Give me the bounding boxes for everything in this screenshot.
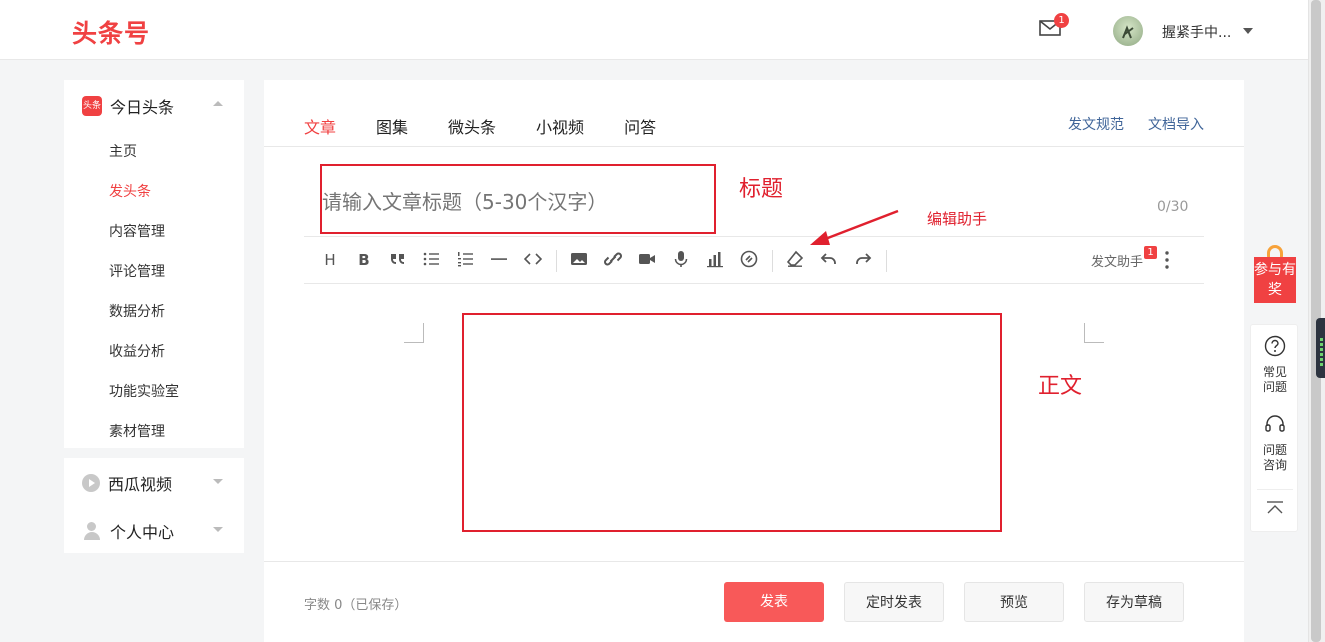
quote-icon[interactable] bbox=[388, 250, 408, 270]
eraser-icon[interactable] bbox=[785, 250, 805, 270]
username[interactable]: 握紧手中... bbox=[1162, 22, 1231, 42]
chevron-down-icon[interactable] bbox=[213, 527, 223, 532]
heading-icon[interactable]: H bbox=[320, 250, 340, 270]
divider bbox=[304, 236, 1204, 237]
sidebar-item-lab[interactable]: 功能实验室 bbox=[109, 381, 179, 401]
chevron-up-icon[interactable] bbox=[213, 101, 223, 106]
publishing-rules-link[interactable]: 发文规范 bbox=[1068, 114, 1124, 134]
avatar[interactable] bbox=[1113, 16, 1143, 46]
toutiao-icon: 头条 bbox=[82, 96, 102, 116]
tab-article[interactable]: 文章 bbox=[304, 114, 336, 138]
document-import-link[interactable]: 文档导入 bbox=[1148, 114, 1204, 134]
user-icon bbox=[82, 521, 102, 541]
toolbar-separator bbox=[556, 250, 557, 272]
play-circle-icon bbox=[82, 474, 100, 492]
sidebar-head-xigua[interactable]: 西瓜视频 bbox=[82, 471, 172, 495]
more-options-icon[interactable] bbox=[1165, 250, 1169, 270]
gift-promo[interactable]: 参与有奖 bbox=[1254, 245, 1296, 303]
sidebar-item-revenue[interactable]: 收益分析 bbox=[109, 341, 165, 361]
sidebar-head-label: 个人中心 bbox=[110, 523, 175, 542]
headset-icon bbox=[1265, 415, 1285, 432]
sidebar-item-publish[interactable]: 发头条 bbox=[109, 181, 151, 201]
top-header: 头条号 1 握紧手中... bbox=[0, 0, 1308, 60]
edge-widget[interactable] bbox=[1316, 318, 1325, 378]
sidebar-item-comments[interactable]: 评论管理 bbox=[109, 261, 165, 281]
faq-button[interactable]: 常见问题 bbox=[1251, 335, 1299, 395]
annotation-arrow-icon bbox=[810, 209, 899, 245]
chart-icon[interactable] bbox=[705, 250, 725, 270]
image-icon[interactable] bbox=[569, 250, 589, 270]
toolbar-separator bbox=[772, 250, 773, 272]
body-corner-mark bbox=[1084, 323, 1104, 343]
tab-short-video[interactable]: 小视频 bbox=[536, 114, 584, 138]
video-icon[interactable] bbox=[637, 250, 657, 270]
divider bbox=[264, 561, 1244, 562]
question-icon bbox=[1264, 335, 1286, 357]
sidebar-item-content[interactable]: 内容管理 bbox=[109, 221, 165, 241]
helper-annotation-label: 编辑助手 bbox=[927, 210, 988, 228]
sidebar-section-toutiao: 头条 今日头条 主页 发头条 内容管理 评论管理 数据分析 收益分析 功能实验室… bbox=[64, 80, 244, 448]
title-char-counter: 0/30 bbox=[1157, 199, 1189, 215]
divider bbox=[1257, 489, 1293, 490]
schedule-publish-button[interactable]: 定时发表 bbox=[844, 582, 944, 622]
title-annotation-label: 标题 bbox=[739, 177, 784, 202]
sidebar-item-home[interactable]: 主页 bbox=[109, 141, 137, 161]
save-draft-button[interactable]: 存为草稿 bbox=[1084, 582, 1184, 622]
divider-line-icon[interactable] bbox=[489, 250, 509, 270]
chevron-down-icon[interactable] bbox=[1243, 28, 1253, 34]
publish-button[interactable]: 发表 bbox=[724, 582, 824, 622]
sidebar-section-other: 西瓜视频 个人中心 bbox=[64, 458, 244, 553]
body-annotation-box[interactable] bbox=[462, 313, 1002, 532]
sidebar-head-label: 今日头条 bbox=[110, 98, 175, 117]
consult-label: 问题咨询 bbox=[1262, 443, 1287, 472]
sidebar-head-profile[interactable]: 个人中心 bbox=[82, 519, 174, 543]
divider bbox=[264, 146, 1244, 147]
code-icon[interactable] bbox=[523, 250, 543, 270]
undo-icon[interactable] bbox=[819, 250, 839, 270]
bullet-list-icon[interactable] bbox=[421, 250, 441, 270]
gift-promo-label: 参与有奖 bbox=[1254, 257, 1296, 303]
toolbar-separator bbox=[886, 250, 887, 272]
title-annotation-box bbox=[320, 164, 716, 234]
link-icon[interactable] bbox=[603, 250, 623, 270]
help-float-panel: 常见问题 问题咨询 bbox=[1250, 324, 1298, 532]
assistant-badge: 1 bbox=[1144, 246, 1157, 259]
microphone-icon[interactable] bbox=[671, 250, 691, 270]
sidebar-item-materials[interactable]: 素材管理 bbox=[109, 421, 165, 441]
sidebar-head-label: 西瓜视频 bbox=[108, 475, 173, 494]
preview-button[interactable]: 预览 bbox=[964, 582, 1064, 622]
mail-badge: 1 bbox=[1054, 13, 1069, 28]
word-count: 字数 0（已保存） bbox=[304, 598, 408, 613]
back-to-top-icon[interactable] bbox=[1265, 501, 1285, 515]
sidebar-item-data[interactable]: 数据分析 bbox=[109, 301, 165, 321]
publishing-assistant-button[interactable]: 发文助手 bbox=[1091, 251, 1143, 270]
divider bbox=[304, 283, 1204, 284]
numbered-list-icon[interactable] bbox=[455, 250, 475, 270]
faq-label: 常见问题 bbox=[1262, 365, 1287, 394]
content-type-tabs: 文章 图集 微头条 小视频 问答 bbox=[304, 114, 696, 138]
sidebar-head-toutiao[interactable]: 头条 今日头条 bbox=[82, 94, 174, 118]
logo[interactable]: 头条号 bbox=[72, 14, 150, 50]
tab-weitoutiao[interactable]: 微头条 bbox=[448, 114, 496, 138]
redo-icon[interactable] bbox=[853, 250, 873, 270]
body-annotation-label: 正文 bbox=[1038, 374, 1083, 399]
embed-link-icon[interactable] bbox=[739, 250, 759, 270]
tab-qa[interactable]: 问答 bbox=[624, 114, 656, 138]
tab-gallery[interactable]: 图集 bbox=[376, 114, 408, 138]
bold-icon[interactable]: B bbox=[354, 250, 374, 270]
body-corner-mark bbox=[404, 323, 424, 343]
consult-button[interactable]: 问题咨询 bbox=[1251, 413, 1299, 473]
chevron-down-icon[interactable] bbox=[213, 479, 223, 484]
